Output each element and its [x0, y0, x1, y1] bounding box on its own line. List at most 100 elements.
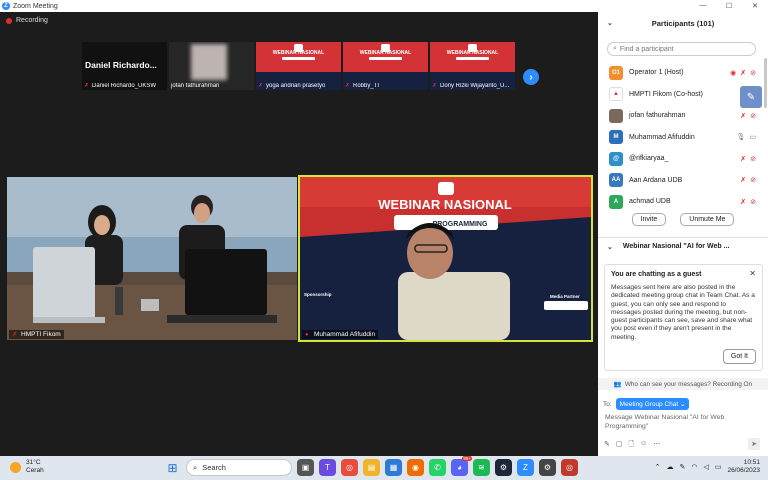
thumbnail-display-name: Daniel Richardo...	[85, 60, 157, 70]
participant-row[interactable]: O1 Operator 1 (Host) ◉ ✗ ⊘	[598, 62, 760, 84]
taskbar-search[interactable]: ⌕ Search	[186, 459, 292, 476]
weather-widget[interactable]: 31°C Cerah	[10, 459, 44, 475]
participant-row[interactable]: jofan fathurahman ✗ ⊘	[598, 105, 760, 127]
video-tile-active-speaker[interactable]: WEBINAR NASIONAL PROGRAMMING Sponsorship…	[298, 175, 593, 342]
minimize-button[interactable]: —	[690, 2, 716, 10]
send-icon[interactable]: ➤	[748, 438, 760, 450]
temperature: 31°C	[26, 459, 41, 466]
more-icon[interactable]: ⋯	[653, 440, 660, 451]
file-icon[interactable]: 🗋	[629, 440, 635, 451]
search-icon: ⌕	[613, 45, 617, 52]
maximize-button[interactable]: ☐	[716, 2, 742, 10]
mic-muted-icon: ✗	[740, 177, 747, 185]
avatar: O1	[609, 65, 623, 80]
mic-muted-icon: ✗	[740, 112, 747, 120]
participant-row[interactable]: M Muhammad Afifuddin 🎙 ▭	[598, 127, 760, 149]
chat-message-input[interactable]: Message Webinar Nasional "AI for Web Pro…	[605, 414, 755, 431]
participant-thumbnail[interactable]: WEBINAR NASIONAL ✗ yoga andrian prasetyo	[256, 42, 341, 90]
participant-thumbnail[interactable]: jofan fathurahman	[169, 42, 254, 90]
teams-icon[interactable]: T	[319, 459, 336, 476]
video-tile-hmpti[interactable]: ✗ HMPTI Fikom	[7, 177, 297, 340]
chrome-alt-icon[interactable]: ◎	[561, 459, 578, 476]
next-page-button[interactable]: ›	[523, 69, 539, 85]
format-icon[interactable]: ✎	[604, 440, 610, 451]
store-icon[interactable]: ▦	[385, 459, 402, 476]
participant-name: Aan Ardana UDB	[629, 176, 683, 184]
spotify-icon[interactable]: ≋	[473, 459, 490, 476]
steam-icon[interactable]: ⚙	[495, 459, 512, 476]
avatar: AA	[609, 173, 623, 188]
mic-muted-icon: ✗	[432, 83, 438, 89]
wifi-icon[interactable]: ◠	[691, 463, 697, 471]
recording-indicator[interactable]: Recording	[6, 17, 48, 24]
mic-icon: ●	[305, 331, 309, 338]
participant-status: ◉ ✗ ⊘	[730, 69, 756, 77]
unmute-me-button[interactable]: Unmute Me	[680, 213, 735, 226]
chrome-icon[interactable]: ◎	[341, 459, 358, 476]
zoom-logo-icon: Z	[2, 2, 10, 10]
participant-actions: Invite Unmute Me	[598, 213, 768, 226]
chevron-down-icon[interactable]: ⌄	[607, 19, 613, 27]
task-view-icon[interactable]: ▣	[297, 459, 314, 476]
close-icon[interactable]: ✕	[749, 269, 756, 278]
participant-row[interactable]: A achmad UDB ✗ ⊘	[598, 191, 760, 213]
pop-out-icon[interactable]: ✎	[740, 86, 762, 108]
chat-header: ⌄ Webinar Nasional "AI for Web ...	[598, 237, 768, 255]
webinar-banner-text: WEBINAR NASIONAL	[446, 50, 499, 56]
participant-row[interactable]: @ @rifkiaryaa_ ✗ ⊘	[598, 148, 760, 170]
window-title: Zoom Meeting	[13, 2, 58, 10]
browser-icon[interactable]: ◉	[407, 459, 424, 476]
people-icon: 👥	[613, 381, 622, 388]
webinar-banner-text: WEBINAR NASIONAL	[359, 50, 412, 56]
who-can-see-text: Who can see your messages? Recording On	[624, 380, 753, 388]
participant-name: achmad UDB	[629, 198, 671, 206]
who-can-see-link[interactable]: 👥 Who can see your messages? Recording O…	[598, 378, 768, 390]
file-explorer-icon[interactable]: ▤	[363, 459, 380, 476]
participant-search-input[interactable]: ⌕ Find a participant	[607, 42, 756, 56]
pen-icon[interactable]: ✎	[679, 463, 685, 471]
avatar: A	[609, 194, 623, 209]
banner-title: WEBINAR NASIONAL	[378, 197, 512, 212]
participant-thumbnail[interactable]: WEBINAR NASIONAL ✗ Dony Rizki Wijayanto_U…	[430, 42, 515, 90]
recipient-dropdown[interactable]: Meeting Group Chat ⌄	[615, 398, 690, 410]
participant-row[interactable]: AA Aan Ardana UDB ✗ ⊘	[598, 170, 760, 192]
video-off-icon: ⊘	[750, 69, 756, 77]
mic-muted-icon: ✗	[258, 83, 264, 89]
volume-icon[interactable]: ◁	[703, 463, 708, 471]
battery-icon[interactable]: ▭	[715, 463, 722, 471]
participant-status: ✗ ⊘	[740, 155, 756, 163]
settings-icon[interactable]: ⚙	[539, 459, 556, 476]
participant-thumbnail[interactable]: WEBINAR NASIONAL ✗ Robby_TI	[343, 42, 428, 90]
discord-icon[interactable]: ◕ 99+	[451, 456, 472, 476]
tile-name-label: ● Muhammad Afifuddin	[302, 330, 379, 339]
emoji-icon[interactable]: ☺	[640, 440, 647, 451]
banner-bar	[456, 57, 489, 60]
chevron-up-icon[interactable]: ⌃	[655, 463, 661, 471]
got-it-button[interactable]: Got It	[722, 349, 756, 364]
participants-header: ⌄ Participants (101)	[598, 12, 768, 34]
sun-icon	[10, 461, 21, 473]
avatar	[609, 108, 623, 123]
chevron-down-icon[interactable]: ⌄	[607, 243, 613, 251]
screenshot-icon[interactable]: ▢	[616, 440, 623, 451]
video-off-icon: ⊘	[750, 198, 756, 206]
participants-scrollbar[interactable]	[764, 58, 767, 108]
close-button[interactable]: ✕	[742, 2, 768, 10]
zoom-icon[interactable]: Z	[517, 459, 534, 476]
whatsapp-icon[interactable]: ✆	[429, 459, 446, 476]
windows-start-icon[interactable]: ⊞	[164, 459, 181, 476]
media-partner-label: Media Partner	[550, 294, 580, 299]
thumbnail-strip: Daniel Richardo... ✗ Daniel Richardo_UKSW…	[82, 42, 515, 90]
mic-muted-icon: ✗	[84, 83, 90, 89]
avatar: @	[609, 151, 623, 166]
thumbnail-label: jofan fathurahman	[171, 83, 220, 89]
participant-name: jofan fathurahman	[629, 112, 686, 120]
guest-notice-title: You are chatting as a guest	[611, 271, 702, 278]
cloud-icon[interactable]: ☁	[666, 463, 673, 471]
participant-row[interactable]: ▲ HMPTI Fikom (Co-host) ✗▭	[598, 84, 760, 106]
banner-bar	[282, 57, 315, 60]
participant-thumbnail[interactable]: Daniel Richardo... ✗ Daniel Richardo_UKSW	[82, 42, 167, 90]
clock[interactable]: 10:51 26/06/2023	[727, 459, 760, 475]
mic-muted-icon: ✗	[740, 155, 747, 163]
invite-button[interactable]: Invite	[631, 213, 667, 226]
